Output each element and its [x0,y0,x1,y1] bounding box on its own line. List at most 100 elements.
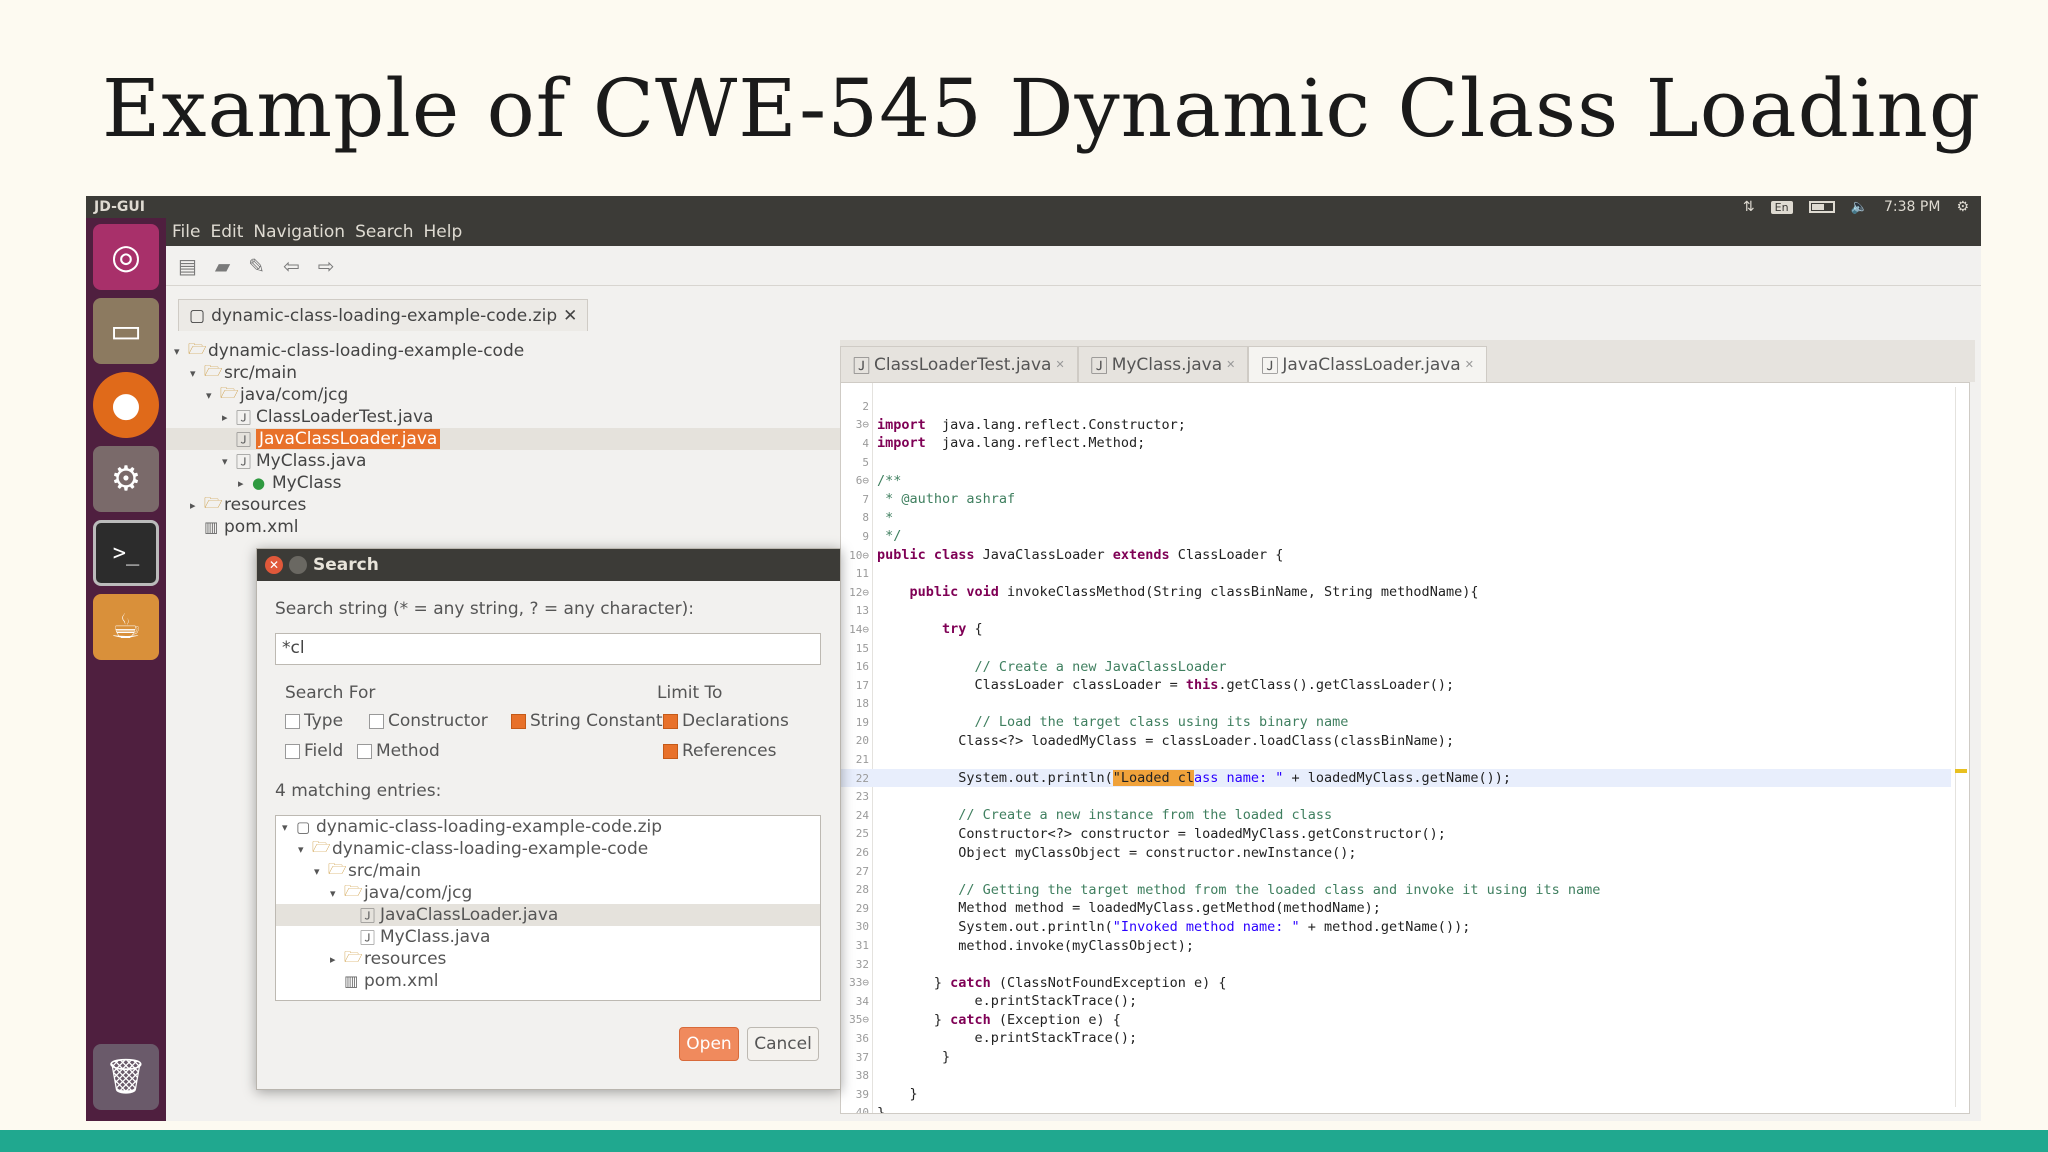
search-dialog-title: Search [313,555,379,575]
result-item[interactable]: ▾ 🗁 java/com/jcg [276,882,820,904]
code-text: // Create a new instance from the loaded… [873,807,1332,823]
expand-arrow-icon[interactable]: ▾ [206,389,220,402]
line-number: 23 [855,790,869,804]
ubuntu-dash-icon[interactable]: ◎ [93,224,159,290]
result-item[interactable]: ▾ ▢ dynamic-class-loading-example-code.zip [276,816,820,838]
close-tab-icon[interactable]: ✕ [563,306,577,326]
string-constant-checkbox[interactable] [511,713,526,729]
method-checkbox[interactable] [357,743,372,759]
search-input[interactable]: *cl [275,633,821,665]
expand-arrow-icon[interactable]: ▸ [238,477,252,490]
tree-item[interactable]: ▾ 🗁 java/com/jcg [166,384,910,406]
close-icon[interactable]: ✕ [265,556,283,574]
constructor-checkbox[interactable] [369,713,384,729]
option-string-constant[interactable]: String Constant [511,711,663,731]
close-tab-icon[interactable]: ✕ [1226,358,1235,371]
tree-item[interactable]: 🄹 JavaClassLoader.java [166,428,910,450]
trash-icon[interactable]: 🗑 [93,1044,159,1110]
code-token: Object myClassObject = constructor.newIn… [877,844,1357,861]
references-checkbox[interactable] [663,743,678,759]
tree-item[interactable]: ▾ 🗁 src/main [166,362,910,384]
declarations-checkbox[interactable] [663,713,678,729]
code-token: (ClassNotFoundException e) { [990,974,1227,991]
menu-edit[interactable]: Edit [210,222,243,242]
network-icon[interactable]: ⇅ [1743,199,1755,215]
type-label: Type [304,711,344,731]
line-number: 36 [855,1031,869,1045]
type-checkbox[interactable] [285,713,300,729]
expand-arrow-icon[interactable]: ▸ [190,499,204,512]
close-tab-icon[interactable]: ✕ [1465,358,1474,371]
field-checkbox[interactable] [285,743,300,759]
option-constructor[interactable]: Constructor [369,711,488,731]
power-gear-icon[interactable]: ⚙ [1956,199,1969,215]
menu-navigation[interactable]: Navigation [253,222,345,242]
forward-icon[interactable]: ⇨ [318,254,335,278]
option-method[interactable]: Method [357,741,440,761]
firefox-icon[interactable]: ● [93,372,159,438]
vertical-scrollbar[interactable] [1955,387,1967,1107]
menu-file[interactable]: File [172,222,200,242]
result-item[interactable]: ▾ 🗁 src/main [276,860,820,882]
code-text: public void invokeClassMethod(String cla… [873,584,1479,600]
tree-item[interactable]: ▥ pom.xml [166,516,910,538]
clock[interactable]: 7:38 PM [1884,199,1940,215]
option-references[interactable]: References [663,741,776,761]
expand-arrow-icon[interactable]: ▾ [174,345,188,358]
expand-arrow-icon[interactable]: ▸ [330,953,344,966]
battery-icon[interactable] [1808,201,1835,213]
volume-icon[interactable]: 🔈 [1851,199,1868,215]
keyboard-layout-indicator[interactable]: En [1770,200,1793,214]
expand-arrow-icon[interactable]: ▸ [222,411,236,424]
slide-bottom-bar [0,1130,2048,1152]
open-folder-icon[interactable]: ▰ [215,254,230,278]
result-item[interactable]: ▥ pom.xml [276,970,820,992]
open-button[interactable]: Open [679,1027,739,1061]
minimize-icon[interactable] [289,556,307,574]
line-number: 13 [855,604,869,618]
line-number: 14⊖ [849,622,869,636]
expand-arrow-icon[interactable]: ▾ [330,887,344,900]
menu-search[interactable]: Search [355,222,413,242]
editor-tabs: 🄹 ClassLoaderTest.java ✕ 🄹 MyClass.java ✕ 🄹 Jav… [840,340,1975,382]
result-item[interactable]: ▸ 🗁 resources [276,948,820,970]
editor-tab[interactable]: 🄹 ClassLoaderTest.java ✕ [840,346,1078,382]
editor-tab[interactable]: 🄹 JavaClassLoader.java ✕ [1248,346,1487,382]
jd-gui-icon[interactable]: ☕ [93,594,159,660]
tree-item[interactable]: ▸ ● MyClass [166,472,910,494]
code-editor[interactable]: 2 3⊖ import java.lang.reflect.Constructor;… [840,382,1970,1114]
code-token: System.out.println( [877,770,1113,787]
open-file-icon[interactable]: ▤ [178,254,197,278]
search-results-tree[interactable]: ▾ ▢ dynamic-class-loading-example-code.zip… [275,815,821,1001]
tree-item[interactable]: ▸ 🄹 ClassLoaderTest.java [166,406,910,428]
menu-help[interactable]: Help [423,222,462,242]
system-settings-icon[interactable]: ⚙ [93,446,159,512]
option-field[interactable]: Field [285,741,343,761]
cancel-button[interactable]: Cancel [747,1027,819,1061]
expand-arrow-icon[interactable]: ▾ [190,367,204,380]
tree-item[interactable]: ▾ 🗁 dynamic-class-loading-example-code [166,340,910,362]
files-icon[interactable]: ▭ [93,298,159,364]
file-tab[interactable]: ▢ dynamic-class-loading-example-code.zip… [178,299,589,331]
expand-arrow-icon[interactable]: ▾ [282,821,296,834]
code-line: 30 System.out.println("Invoked method na… [841,918,1951,937]
code-token: import [877,435,926,452]
result-item[interactable]: 🄹 JavaClassLoader.java [276,904,820,926]
back-icon[interactable]: ⇦ [283,254,300,278]
line-number: 39 [855,1087,869,1101]
expand-arrow-icon[interactable]: ▾ [314,865,328,878]
option-type[interactable]: Type [285,711,343,731]
expand-arrow-icon[interactable]: ▾ [298,843,312,856]
result-item[interactable]: ▾ 🗁 dynamic-class-loading-example-code [276,838,820,860]
editor-tab[interactable]: 🄹 MyClass.java ✕ [1077,346,1249,382]
result-item[interactable]: 🄹 MyClass.java [276,926,820,948]
option-declarations[interactable]: Declarations [663,711,789,731]
tree-item[interactable]: ▸ 🗁 resources [166,494,910,516]
close-tab-icon[interactable]: ✕ [1055,358,1064,371]
expand-arrow-icon[interactable]: ▾ [222,455,236,468]
code-line: 5 [841,453,1951,472]
xml-file-icon: ▥ [344,972,359,990]
pin-icon[interactable]: ✎ [248,254,265,278]
terminal-icon[interactable]: >_ [93,520,159,586]
tree-item[interactable]: ▾ 🄹 MyClass.java [166,450,910,472]
